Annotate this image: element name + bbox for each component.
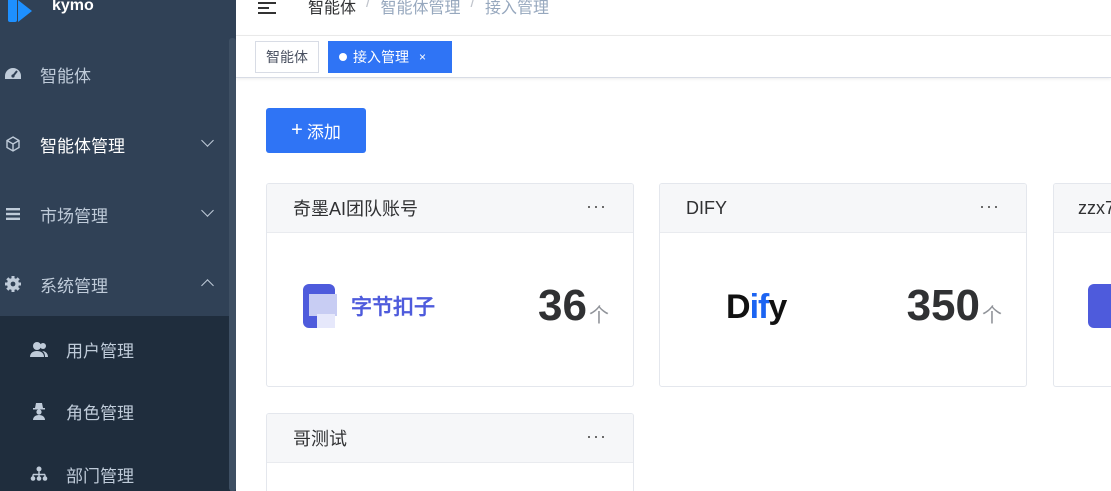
sidebar-item-department-management[interactable]: 部门管理 bbox=[0, 444, 230, 491]
sidebar-item-label: 智能体管理 bbox=[40, 136, 125, 156]
card-header: DIFY ··· bbox=[660, 184, 1026, 233]
more-icon[interactable]: ··· bbox=[979, 196, 1000, 217]
card-count: 350 个 bbox=[907, 284, 1002, 328]
coze-logo-icon bbox=[303, 284, 343, 328]
more-icon[interactable]: ··· bbox=[586, 196, 607, 217]
more-icon[interactable]: ··· bbox=[586, 426, 607, 447]
coze-logo-text: 字节扣子 bbox=[351, 296, 435, 319]
user-icon bbox=[24, 341, 54, 357]
card-count-value: 350 bbox=[906, 281, 980, 330]
sidebar-item-label: 系统管理 bbox=[40, 276, 108, 296]
cube-icon bbox=[0, 136, 28, 152]
sidebar-item-label: 部门管理 bbox=[66, 466, 134, 486]
card-header: 哥测试 ··· bbox=[267, 414, 633, 463]
sidebar-item-agent[interactable]: 智能体 bbox=[0, 44, 230, 104]
card-title: 哥测试 bbox=[293, 429, 347, 449]
breadcrumb-separator: / bbox=[470, 0, 475, 11]
dashboard-icon bbox=[0, 66, 28, 82]
card-header: zzx7 bbox=[1054, 184, 1111, 233]
navbar: 智能体 / 智能体管理 / 接入管理 bbox=[236, 0, 1111, 36]
sidebar-item-label: 智能体 bbox=[40, 66, 91, 86]
dify-logo-text-a: D bbox=[726, 288, 751, 326]
coze-logo-icon bbox=[1088, 284, 1111, 328]
plus-icon: + bbox=[291, 119, 303, 141]
access-card[interactable]: zzx7 bbox=[1053, 183, 1111, 387]
breadcrumb-item[interactable]: 智能体 bbox=[308, 0, 356, 18]
access-card[interactable]: DIFY ··· Dify 350 个 bbox=[659, 183, 1027, 387]
sidebar-scrollbar[interactable] bbox=[229, 38, 236, 491]
tag-agent[interactable]: 智能体 bbox=[255, 41, 319, 73]
chevron-down-icon bbox=[201, 204, 214, 217]
close-icon[interactable]: × bbox=[419, 50, 426, 64]
card-count-value: 36 bbox=[538, 281, 587, 330]
access-card[interactable]: 哥测试 ··· bbox=[266, 413, 634, 491]
active-dot-icon bbox=[339, 53, 347, 61]
hamburger-icon[interactable] bbox=[258, 0, 278, 16]
dify-logo-text-b: if bbox=[749, 288, 770, 326]
list-icon bbox=[0, 207, 28, 221]
sidebar-item-label: 角色管理 bbox=[66, 403, 134, 423]
card-count-unit: 个 bbox=[982, 305, 1002, 327]
brand-logo[interactable]: kymo bbox=[0, 0, 94, 24]
tag-label: 智能体 bbox=[266, 49, 308, 65]
breadcrumb-item[interactable]: 智能体管理 bbox=[380, 0, 460, 18]
card-count: 36 个 bbox=[538, 284, 609, 328]
sidebar-item-role-management[interactable]: 角色管理 bbox=[0, 381, 230, 441]
add-button-label: 添加 bbox=[306, 123, 341, 142]
chevron-down-icon bbox=[201, 134, 214, 147]
breadcrumb-separator: / bbox=[366, 0, 371, 11]
card-title: zzx7 bbox=[1078, 197, 1111, 218]
sidebar-item-label: 市场管理 bbox=[40, 206, 108, 226]
sidebar-item-system-management[interactable]: 系统管理 bbox=[0, 254, 230, 314]
breadcrumb-item: 接入管理 bbox=[484, 0, 549, 17]
sidebar: kymo 智能体 智能体管理 市场管理 系统管理 用户管理 角色管理 部门管理 bbox=[0, 0, 236, 491]
role-icon bbox=[24, 402, 54, 420]
tag-access-management[interactable]: 接入管理 × bbox=[328, 41, 452, 73]
access-card[interactable]: 奇墨AI团队账号 ··· 字节扣子 36 个 bbox=[266, 183, 634, 387]
breadcrumb: 智能体 / 智能体管理 / 接入管理 bbox=[308, 0, 549, 18]
tag-label: 接入管理 bbox=[353, 49, 409, 65]
tags-view: 智能体 接入管理 × bbox=[236, 36, 1111, 78]
gear-icon bbox=[0, 275, 28, 293]
coze-logo: 字节扣子 bbox=[303, 284, 435, 328]
dify-logo-text-c: y bbox=[768, 288, 787, 326]
dify-logo: Dify bbox=[726, 288, 787, 327]
chevron-up-icon bbox=[201, 279, 214, 292]
sidebar-item-label: 用户管理 bbox=[66, 341, 134, 361]
card-count-unit: 个 bbox=[589, 305, 609, 327]
card-title: 奇墨AI团队账号 bbox=[293, 199, 419, 219]
brand-name: kymo bbox=[52, 0, 94, 14]
sidebar-item-agent-management[interactable]: 智能体管理 bbox=[0, 114, 230, 174]
sidebar-item-user-management[interactable]: 用户管理 bbox=[0, 319, 230, 379]
brand-logo-icon bbox=[0, 0, 40, 24]
sidebar-item-market-management[interactable]: 市场管理 bbox=[0, 184, 230, 244]
org-icon bbox=[24, 466, 54, 482]
card-header: 奇墨AI团队账号 ··· bbox=[267, 184, 633, 233]
add-button[interactable]: + 添加 bbox=[266, 108, 366, 153]
card-title: DIFY bbox=[686, 197, 728, 218]
